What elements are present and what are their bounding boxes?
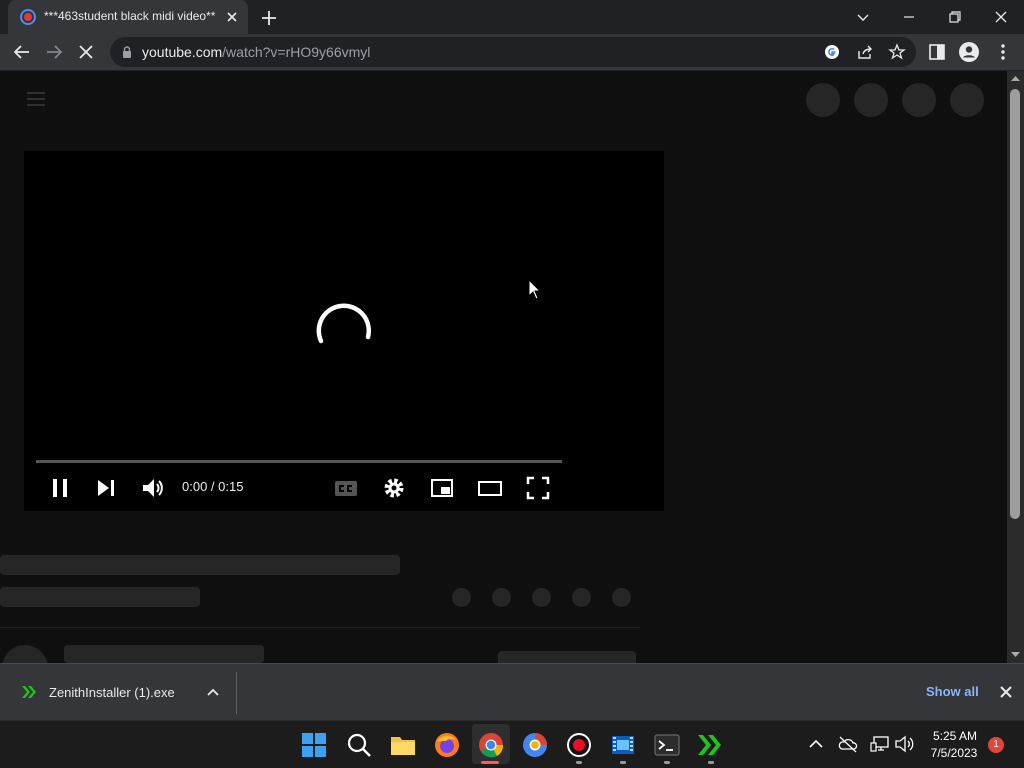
pause-icon[interactable] bbox=[47, 475, 73, 501]
captions-icon[interactable] bbox=[333, 475, 359, 501]
clock-time[interactable]: 5:25 AM bbox=[928, 729, 982, 743]
time-display: 0:00 / 0:15 bbox=[182, 479, 244, 494]
fullscreen-icon[interactable] bbox=[525, 475, 551, 501]
onedrive-offline-icon[interactable] bbox=[838, 735, 858, 753]
zenith-taskbar-icon[interactable] bbox=[697, 731, 725, 759]
url-text[interactable]: youtube.com/watch?v=rHO9y66vmyl bbox=[142, 44, 370, 60]
skeleton-action-circle bbox=[532, 588, 551, 607]
bookmark-star-icon[interactable] bbox=[888, 43, 906, 61]
skeleton-subscribe bbox=[498, 651, 636, 663]
share-icon[interactable] bbox=[856, 43, 874, 61]
lock-icon[interactable] bbox=[120, 45, 134, 59]
tab-title: ***463student black midi video** bbox=[44, 9, 216, 23]
close-window-icon[interactable] bbox=[988, 4, 1014, 30]
windows-taskbar: 5:25 AM 7/5/2023 1 bbox=[0, 720, 1024, 768]
speaker-icon[interactable] bbox=[894, 735, 914, 753]
new-tab-plus-icon[interactable] bbox=[258, 7, 280, 29]
forward-icon[interactable] bbox=[43, 41, 65, 63]
chrome-beta-icon[interactable] bbox=[521, 731, 549, 759]
skeleton-header-circle bbox=[902, 83, 936, 117]
loading-spinner-icon bbox=[310, 297, 378, 365]
google-lens-icon[interactable] bbox=[824, 44, 840, 60]
video-player[interactable]: 0:00 / 0:15 bbox=[24, 151, 664, 511]
search-icon[interactable] bbox=[345, 731, 373, 759]
skeleton-header-circle bbox=[854, 83, 888, 117]
close-shelf-icon[interactable] bbox=[998, 684, 1014, 700]
tab-close-icon[interactable] bbox=[224, 9, 240, 25]
windows-start-icon[interactable] bbox=[300, 731, 328, 759]
scrollbar-thumb[interactable] bbox=[1010, 89, 1020, 519]
download-file-name[interactable]: ZenithInstaller (1).exe bbox=[49, 685, 175, 700]
volume-icon[interactable] bbox=[140, 475, 166, 501]
scroll-down-arrow-icon[interactable] bbox=[1011, 651, 1020, 658]
recording-favicon-icon bbox=[20, 9, 36, 25]
video-editor-icon[interactable] bbox=[609, 731, 637, 759]
progress-bar[interactable] bbox=[36, 460, 562, 463]
chrome-active-indicator bbox=[481, 761, 499, 764]
skeleton-avatar-circle bbox=[950, 83, 984, 117]
firefox-icon[interactable] bbox=[433, 731, 461, 759]
show-hidden-icons-chevron-icon[interactable] bbox=[808, 738, 824, 750]
skeleton-header-circle bbox=[806, 83, 840, 117]
chrome-icon[interactable] bbox=[477, 731, 505, 759]
back-icon[interactable] bbox=[11, 41, 33, 63]
skeleton-action-circle bbox=[572, 588, 591, 607]
minimize-icon[interactable] bbox=[896, 4, 922, 30]
address-bar[interactable]: youtube.com/watch?v=rHO9y66vmyl bbox=[110, 37, 916, 67]
browser-toolbar: youtube.com/watch?v=rHO9y66vmyl bbox=[0, 34, 1024, 71]
chevron-up-icon[interactable] bbox=[205, 684, 221, 700]
restore-icon[interactable] bbox=[942, 4, 968, 30]
show-all-button[interactable]: Show all bbox=[926, 684, 979, 699]
skeleton-channel-name bbox=[64, 645, 264, 663]
side-panel-icon[interactable] bbox=[926, 41, 948, 63]
url-path: /watch?v=rHO9y66vmyl bbox=[222, 44, 371, 60]
notification-badge[interactable]: 1 bbox=[988, 737, 1004, 753]
zenith-app-icon bbox=[21, 684, 37, 700]
network-icon[interactable] bbox=[870, 735, 890, 753]
profile-icon[interactable] bbox=[958, 41, 980, 63]
skeleton-action-circle bbox=[492, 588, 511, 607]
skeleton-action-circle bbox=[612, 588, 631, 607]
running-indicator bbox=[620, 761, 626, 764]
running-indicator bbox=[576, 761, 582, 764]
hamburger-menu-icon[interactable] bbox=[26, 91, 46, 107]
scroll-up-arrow-icon[interactable] bbox=[1011, 75, 1020, 82]
terminal-icon[interactable] bbox=[653, 731, 681, 759]
settings-gear-icon[interactable] bbox=[381, 475, 407, 501]
theater-mode-icon[interactable] bbox=[477, 475, 503, 501]
page-scrollbar[interactable] bbox=[1007, 71, 1024, 663]
skeleton-channel-avatar bbox=[2, 645, 48, 663]
next-video-icon[interactable] bbox=[93, 475, 119, 501]
url-host: youtube.com bbox=[142, 44, 223, 60]
stop-loading-icon[interactable] bbox=[75, 41, 97, 63]
youtube-page: 0:00 / 0:15 bbox=[0, 71, 1007, 663]
miniplayer-icon[interactable] bbox=[429, 475, 455, 501]
skeleton-action-circle bbox=[452, 588, 471, 607]
browser-tab[interactable]: ***463student black midi video** bbox=[8, 0, 248, 34]
file-explorer-icon[interactable] bbox=[389, 731, 417, 759]
running-indicator bbox=[708, 761, 714, 764]
running-indicator bbox=[664, 761, 670, 764]
download-divider bbox=[236, 672, 237, 714]
divider bbox=[0, 627, 640, 628]
tab-strip: ***463student black midi video** bbox=[0, 0, 1024, 34]
skeleton-title-bar bbox=[0, 555, 400, 575]
menu-dots-icon[interactable] bbox=[992, 41, 1014, 63]
download-shelf: ZenithInstaller (1).exe Show all bbox=[0, 663, 1024, 720]
skeleton-subtitle-bar bbox=[0, 587, 200, 607]
recorder-icon[interactable] bbox=[565, 731, 593, 759]
clock-date[interactable]: 7/5/2023 bbox=[924, 746, 984, 760]
mouse-cursor-icon bbox=[528, 279, 542, 301]
tab-search-chevron-icon[interactable] bbox=[850, 4, 876, 30]
